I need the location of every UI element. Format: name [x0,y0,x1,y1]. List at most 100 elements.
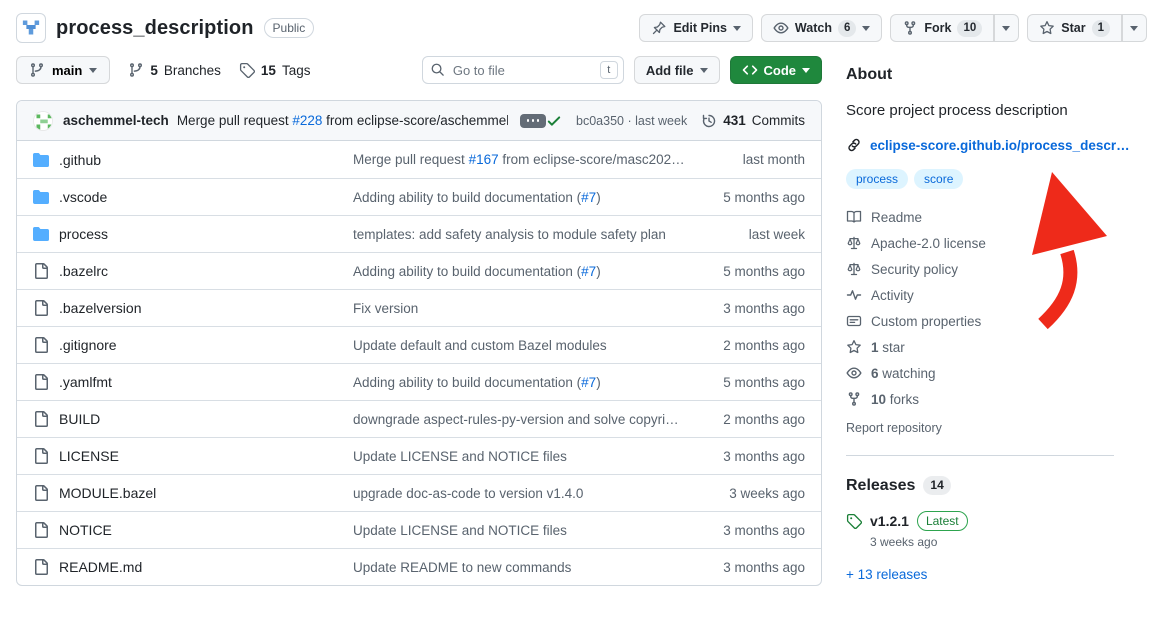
report-repository-link[interactable]: Report repository [846,421,942,435]
fork-button[interactable]: Fork 10 [890,14,994,42]
table-row[interactable]: .github Merge pull request #167 from ecl… [17,141,821,178]
commit-message-link[interactable]: Merge pull request #167 from eclipse-sco… [353,152,685,167]
commit-message-link[interactable]: templates: add safety analysis to module… [353,227,666,242]
commit-date[interactable]: 2 months ago [685,338,805,353]
file-name-link[interactable]: .yamlfmt [59,374,112,390]
table-row[interactable]: LICENSE Update LICENSE and NOTICE files … [17,437,821,474]
fork-dropdown-button[interactable] [994,14,1019,42]
branch-selector[interactable]: main [16,56,110,84]
file-name-link[interactable]: process [59,226,108,242]
file-name-link[interactable]: LICENSE [59,448,119,464]
commit-message-link[interactable]: Adding ability to build documentation (#… [353,375,601,390]
star-button[interactable]: Star 1 [1027,14,1122,42]
commit-message-text: from eclipse-score/aschemmel-te… [322,113,508,128]
tags-label: Tags [282,63,311,78]
forks-count: 10 [871,392,886,407]
latest-release-link[interactable]: v1.2.1 Latest [846,511,1114,531]
commit-date[interactable]: 3 months ago [685,449,805,464]
table-row[interactable]: README.md Update README to new commands … [17,548,821,585]
releases-count-badge: 14 [923,476,950,495]
fork-icon [846,391,862,407]
website-link[interactable]: eclipse-score.github.io/process_descr… [870,138,1130,153]
releases-title: Releases [846,477,915,495]
table-row[interactable]: BUILD downgrade aspect-rules-py-version … [17,400,821,437]
custom-properties-link[interactable]: Custom properties [846,313,1114,329]
commit-message-link[interactable]: Update default and custom Bazel modules [353,338,607,353]
pr-number-link[interactable]: #167 [469,152,499,167]
commit-date[interactable]: last week [685,227,805,242]
file-name-link[interactable]: .bazelrc [59,263,108,279]
license-link[interactable]: Apache-2.0 license [846,235,1114,251]
table-row[interactable]: .bazelrc Adding ability to build documen… [17,252,821,289]
file-name-link[interactable]: .vscode [59,189,107,205]
commit-date[interactable]: 3 months ago [685,523,805,538]
commit-message-text: Adding ability to build documentation ( [353,264,581,279]
edit-pins-button[interactable]: Edit Pins [639,14,752,42]
file-name-link[interactable]: BUILD [59,411,100,427]
commit-sha-link[interactable]: bc0a350 · last week [576,114,687,128]
commit-date[interactable]: 3 weeks ago [685,486,805,501]
table-row[interactable]: process templates: add safety analysis t… [17,215,821,252]
more-releases-link[interactable]: + 13 releases [846,567,927,582]
commit-details-ellipsis-button[interactable] [520,114,546,128]
table-row[interactable]: .vscode Adding ability to build document… [17,178,821,215]
commit-date[interactable]: 5 months ago [685,375,805,390]
commit-date[interactable]: 2 months ago [685,412,805,427]
pr-number-link[interactable]: #7 [581,190,596,205]
commit-date[interactable]: 3 months ago [685,560,805,575]
tags-link[interactable]: 15 Tags [239,62,311,78]
add-file-button[interactable]: Add file [634,56,720,84]
watch-button[interactable]: Watch 6 [761,14,882,42]
folder-icon [33,226,49,242]
checks-success-icon[interactable] [546,113,562,129]
pr-number-link[interactable]: #228 [292,113,322,128]
pr-number-link[interactable]: #7 [581,264,596,279]
commit-date[interactable]: 5 months ago [685,264,805,279]
activity-label: Activity [871,288,914,303]
commit-message[interactable]: Merge pull request #228 from eclipse-sco… [177,113,508,128]
stars-link[interactable]: 1 star [846,339,1114,355]
table-row[interactable]: .yamlfmt Adding ability to build documen… [17,363,821,400]
commit-date[interactable]: 5 months ago [685,190,805,205]
file-name-link[interactable]: .github [59,152,101,168]
commit-message-link[interactable]: Fix version [353,301,418,316]
branches-link[interactable]: 5 Branches [128,62,221,78]
goto-file-input[interactable] [422,56,624,84]
file-name-link[interactable]: .gitignore [59,337,117,353]
commit-author-avatar[interactable] [33,111,53,131]
commit-author-link[interactable]: aschemmel-tech [63,113,169,128]
watching-link[interactable]: 6 watching [846,365,1114,381]
table-row[interactable]: .gitignore Update default and custom Baz… [17,326,821,363]
security-policy-link[interactable]: Security policy [846,261,1114,277]
table-row[interactable]: MODULE.bazel upgrade doc-as-code to vers… [17,474,821,511]
table-row[interactable]: .bazelversion Fix version 3 months ago [17,289,821,326]
topic-pill[interactable]: process [846,169,908,189]
commit-date[interactable]: 3 months ago [685,301,805,316]
commit-message-link[interactable]: downgrade aspect-rules-py-version and so… [353,412,685,427]
star-dropdown-button[interactable] [1122,14,1147,42]
activity-link[interactable]: Activity [846,287,1114,303]
file-name-link[interactable]: README.md [59,559,142,575]
commit-message-link[interactable]: Update LICENSE and NOTICE files [353,449,567,464]
pr-number-link[interactable]: #7 [581,375,596,390]
file-name-link[interactable]: MODULE.bazel [59,485,156,501]
commit-message-text: Merge pull request [177,113,293,128]
file-name-link[interactable]: NOTICE [59,522,112,538]
file-name-link[interactable]: .bazelversion [59,300,142,316]
topic-pill[interactable]: score [914,169,963,189]
commit-history-link[interactable]: 431 Commits [701,113,805,129]
commit-message-link[interactable]: Adding ability to build documentation (#… [353,190,601,205]
commit-message-link[interactable]: Update README to new commands [353,560,571,575]
tag-icon [239,62,255,78]
latest-commit-bar: aschemmel-tech Merge pull request #228 f… [17,101,821,141]
commit-message-link[interactable]: upgrade doc-as-code to version v1.4.0 [353,486,583,501]
file-icon [33,485,49,501]
commit-message-link[interactable]: Update LICENSE and NOTICE files [353,523,567,538]
code-button[interactable]: Code [730,56,823,84]
commit-message-link[interactable]: Adding ability to build documentation (#… [353,264,601,279]
code-column: main 5 Branches 15 Tags [16,54,822,586]
commit-date[interactable]: last month [685,152,805,167]
forks-link[interactable]: 10 forks [846,391,1114,407]
table-row[interactable]: NOTICE Update LICENSE and NOTICE files 3… [17,511,821,548]
readme-link[interactable]: Readme [846,209,1114,225]
